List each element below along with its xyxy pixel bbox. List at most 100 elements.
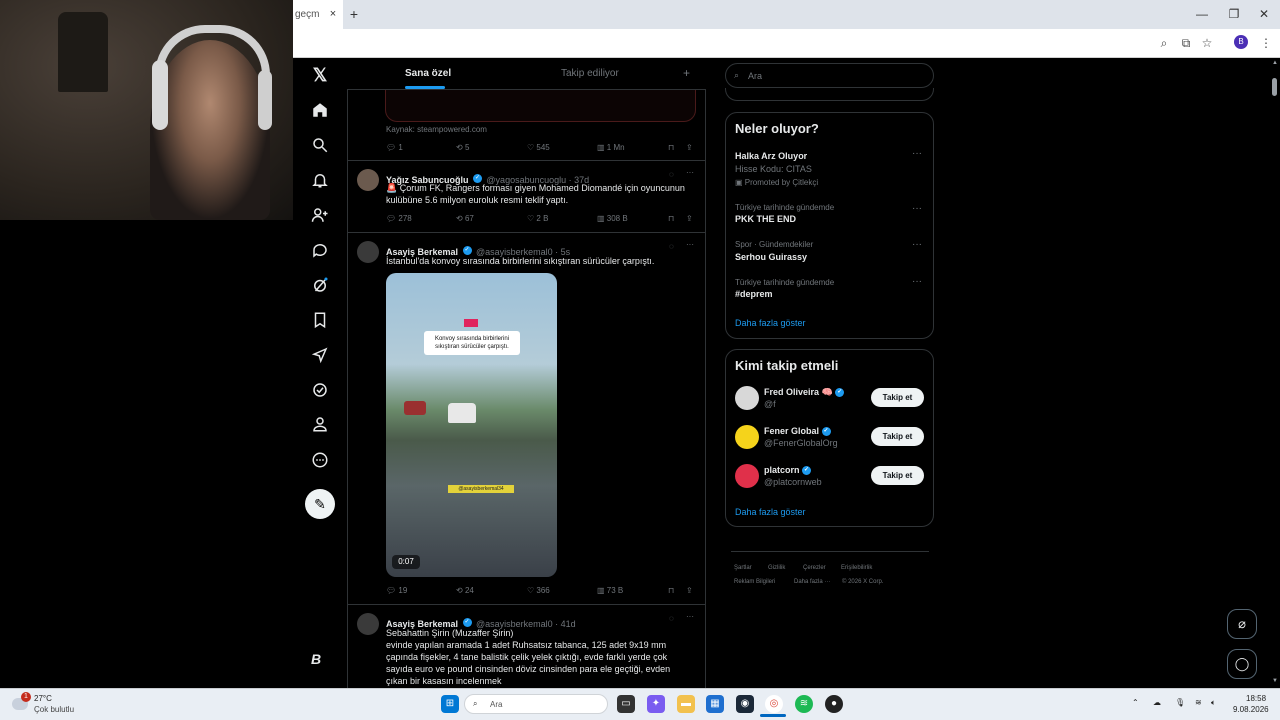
trend-more-icon[interactable]: ··· (912, 239, 922, 250)
footer-ads-info[interactable]: Reklam Bilgileri (734, 579, 775, 585)
share-icon[interactable]: ⇪ (686, 214, 693, 223)
retweet-count[interactable]: ⟲ 24 (456, 586, 474, 595)
footer-accessibility[interactable]: Erişilebilirlik (841, 565, 872, 571)
spotify-icon[interactable]: ≋ (795, 695, 813, 713)
trends-show-more[interactable]: Daha fazla göster (735, 318, 806, 328)
weather-temp[interactable]: 27°C (34, 694, 52, 703)
zoom-icon[interactable]: ⌕ (1156, 35, 1172, 51)
suggested-user-name[interactable]: Fener Global ✓ (764, 426, 831, 437)
tweet-video[interactable]: Konvoy sırasında birbirlerini sıkıştıran… (386, 273, 557, 577)
bookmark-icon[interactable]: ⊓ (668, 143, 674, 152)
install-app-icon[interactable]: ⧉ (1178, 35, 1194, 51)
avatar[interactable] (735, 425, 759, 449)
weather-desc[interactable]: Çok bulutlu (34, 705, 74, 714)
trend-name[interactable]: #deprem (735, 289, 773, 299)
tweet-more-icon[interactable]: ··· (686, 612, 694, 621)
search-box[interactable]: ⌕ Ara (725, 63, 934, 88)
wifi-icon[interactable]: ≋ (1195, 698, 1202, 707)
footer-more[interactable]: Daha fazla ··· (794, 579, 830, 585)
tweet-text[interactable]: 🚨 Çorum FK, Rangers forması giyen Mohame… (386, 182, 698, 206)
messages-chat-icon[interactable] (308, 238, 332, 262)
taskbar-search[interactable]: ⌕ Ara (464, 694, 608, 714)
trend-more-icon[interactable]: ··· (912, 276, 922, 287)
tweet-more-icon[interactable]: ··· (686, 168, 694, 177)
more-options-icon[interactable] (308, 448, 332, 472)
footer-cookies[interactable]: Çerezler (803, 565, 826, 571)
cloud-off-icon[interactable]: ☁ (1153, 698, 1161, 707)
tab-close-icon[interactable]: × (326, 7, 340, 21)
x-logo-icon[interactable]: 𝕏 (308, 63, 332, 87)
suggested-user-name[interactable]: platcorn ✓ (764, 465, 812, 476)
bookmarks-icon[interactable] (308, 308, 332, 332)
trend-name[interactable]: PKK THE END (735, 214, 796, 224)
steam-icon[interactable]: ◉ (736, 695, 754, 713)
tweet-more-icon[interactable]: ··· (686, 240, 694, 249)
page-scrollbar[interactable] (1268, 58, 1280, 688)
verified-icon[interactable] (308, 378, 332, 402)
tweet-text[interactable]: İstanbul'da konvoy sırasında birbirlerin… (386, 255, 698, 267)
reply-count[interactable]: 💬︎ 278 (386, 214, 412, 223)
view-count[interactable]: ▥ 308 B (597, 214, 628, 223)
bookmark-star-icon[interactable]: ☆ (1199, 35, 1215, 51)
who-show-more[interactable]: Daha fazla göster (735, 507, 806, 517)
trend-more-icon[interactable]: ··· (912, 148, 922, 159)
suggested-user-handle[interactable]: @platcornweb (764, 477, 822, 487)
compose-post-button[interactable]: ✎ (305, 489, 335, 519)
link-source[interactable]: Kaynak: steampowered.com (386, 125, 487, 134)
obs-icon[interactable]: ● (825, 695, 843, 713)
profile-avatar[interactable]: B (1234, 35, 1248, 49)
suggested-user-name[interactable]: Fred Oliveira 🧠 ✓ (764, 387, 845, 398)
grok-icon[interactable] (308, 273, 332, 297)
messages-float-button[interactable]: ◯ (1227, 649, 1257, 679)
suggested-user-handle[interactable]: @f (764, 399, 776, 409)
retweet-count[interactable]: ⟲ 67 (456, 214, 474, 223)
view-count[interactable]: ▥ 73 B (597, 586, 623, 595)
scroll-down-arrow[interactable]: ▼ (1272, 678, 1278, 684)
avatar[interactable] (357, 241, 379, 263)
notifications-bell-icon[interactable] (308, 168, 332, 192)
like-count[interactable]: ♡ 2 B (527, 214, 548, 223)
follow-button[interactable]: Takip et (871, 427, 924, 446)
suggested-user-handle[interactable]: @FenerGlobalOrg (764, 438, 838, 448)
minimize-button[interactable]: — (1194, 6, 1210, 22)
new-tab-button[interactable]: + (346, 6, 362, 22)
grok-tweet-icon[interactable]: ◌ (669, 614, 674, 623)
avatar[interactable] (735, 386, 759, 410)
task-view-icon[interactable]: ▭ (617, 695, 635, 713)
scroll-up-arrow[interactable]: ▲ (1272, 60, 1278, 66)
tray-chevron-icon[interactable]: ⌃ (1132, 698, 1139, 707)
tweet-text[interactable]: Sebahattin Şirin (Muzaffer Şirin) evinde… (386, 627, 698, 687)
share-icon[interactable]: ⇪ (686, 143, 693, 152)
view-count[interactable]: ▥ 1 Mn (597, 143, 625, 152)
footer-privacy[interactable]: Gizlilik (768, 565, 785, 571)
scrollbar-thumb[interactable] (1272, 78, 1277, 96)
grok-float-button[interactable]: ⌀ (1227, 609, 1257, 639)
tab-for-you[interactable]: Sana özel (405, 68, 451, 79)
grok-tweet-icon[interactable]: ◌ (669, 170, 674, 179)
previous-tweet-media[interactable] (385, 90, 696, 122)
reply-count[interactable]: 💬︎ 19 (386, 586, 407, 595)
share-icon[interactable]: ⇪ (686, 586, 693, 595)
avatar[interactable] (735, 464, 759, 488)
reply-count[interactable]: 💬︎ 1 (386, 143, 403, 152)
bookmark-icon[interactable]: ⊓ (668, 214, 674, 223)
clock-time[interactable]: 18:58 (1246, 694, 1266, 703)
microphone-icon[interactable]: 🎙︎ (1175, 698, 1185, 707)
home-icon[interactable] (308, 98, 332, 122)
volume-icon[interactable]: 🔈︎ (1211, 698, 1216, 708)
like-count[interactable]: ♡ 545 (527, 143, 550, 152)
retweet-count[interactable]: ⟲ 5 (456, 143, 469, 152)
rocket-jobs-icon[interactable] (308, 343, 332, 367)
footer-terms[interactable]: Şartlar (734, 565, 752, 571)
restore-button[interactable]: ❐ (1226, 6, 1242, 22)
follow-button[interactable]: Takip et (871, 466, 924, 485)
clock-date[interactable]: 9.08.2026 (1233, 705, 1269, 714)
search-icon[interactable] (308, 133, 332, 157)
start-windows-icon[interactable]: ⊞ (441, 695, 459, 713)
file-explorer-icon[interactable]: ▬ (677, 695, 695, 713)
avatar[interactable] (357, 613, 379, 635)
browser-menu-icon[interactable]: ⋮ (1258, 35, 1274, 51)
bookmark-icon[interactable]: ⊓ (668, 586, 674, 595)
grok-tweet-icon[interactable]: ◌ (669, 242, 674, 251)
follow-button[interactable]: Takip et (871, 388, 924, 407)
